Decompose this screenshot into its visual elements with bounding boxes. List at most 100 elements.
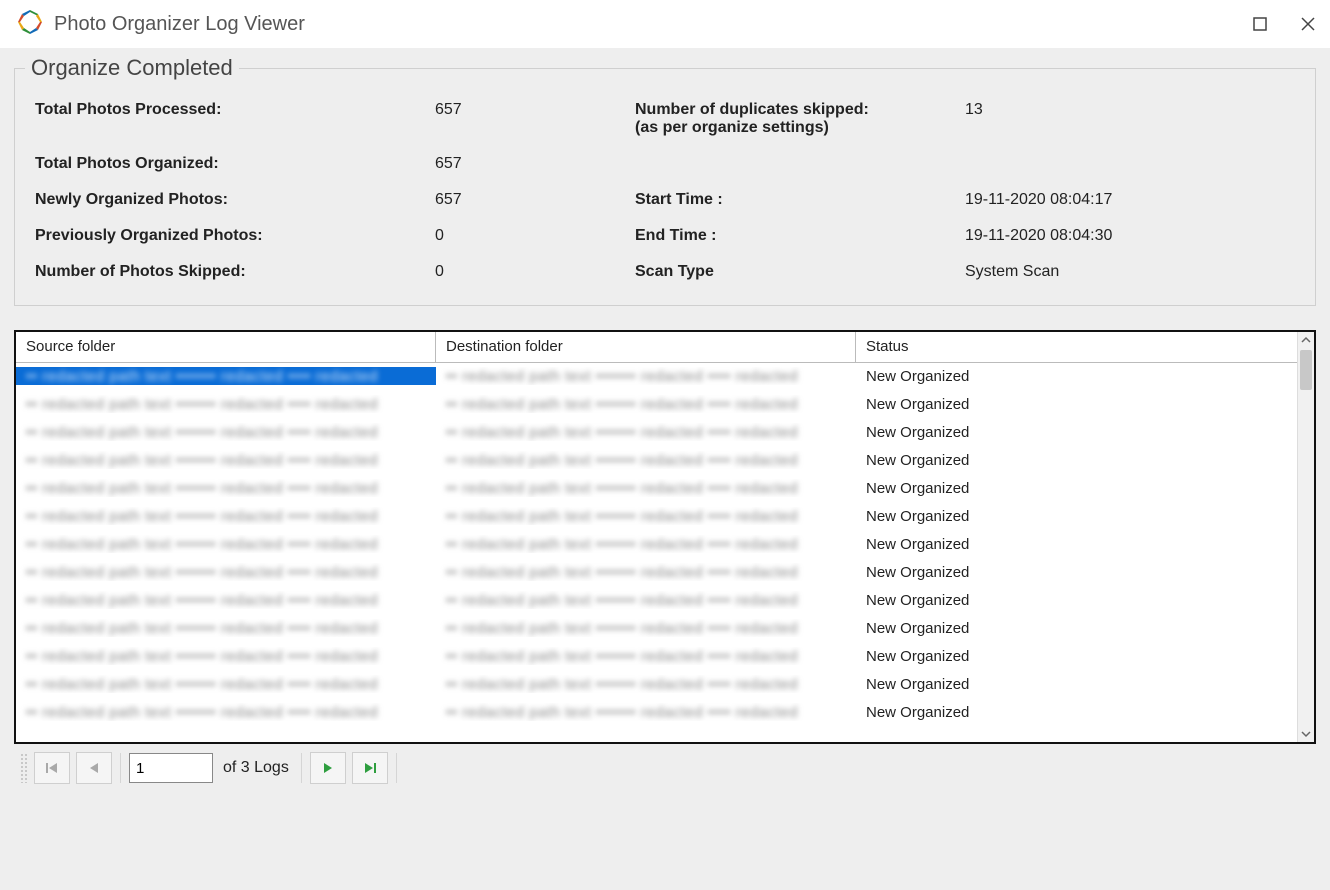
- table-body[interactable]: •• redacted path text ••••••• redacted •…: [16, 362, 1314, 742]
- start-time-value: 19-11-2020 08:04:17: [965, 191, 1295, 209]
- scroll-up-arrow-icon[interactable]: [1298, 332, 1314, 348]
- photos-skipped-label: Number of Photos Skipped:: [35, 263, 435, 281]
- scan-type-value: System Scan: [965, 263, 1295, 281]
- header-destination-folder[interactable]: Destination folder: [436, 332, 856, 363]
- previously-organized-value: 0: [435, 227, 635, 245]
- destination-folder-cell[interactable]: •• redacted path text ••••••• redacted •…: [436, 479, 856, 497]
- destination-folder-cell[interactable]: •• redacted path text ••••••• redacted •…: [436, 619, 856, 637]
- source-folder-cell[interactable]: •• redacted path text ••••••• redacted •…: [16, 619, 436, 637]
- redacted-text: •• redacted path text ••••••• redacted •…: [16, 508, 388, 525]
- source-folder-cell[interactable]: •• redacted path text ••••••• redacted •…: [16, 563, 436, 581]
- table-row[interactable]: •• redacted path text ••••••• redacted •…: [16, 670, 1314, 698]
- redacted-text: •• redacted path text ••••••• redacted •…: [16, 452, 388, 469]
- table-row[interactable]: •• redacted path text ••••••• redacted •…: [16, 642, 1314, 670]
- status-cell[interactable]: New Organized: [856, 424, 1298, 441]
- redacted-text: •• redacted path text ••••••• redacted •…: [436, 648, 808, 665]
- scroll-thumb[interactable]: [1300, 350, 1312, 390]
- redacted-text: •• redacted path text ••••••• redacted •…: [16, 424, 388, 441]
- window-controls: [1248, 12, 1320, 36]
- redacted-text: •• redacted path text ••••••• redacted •…: [16, 536, 388, 553]
- redacted-text: •• redacted path text ••••••• redacted •…: [16, 368, 388, 385]
- redacted-text: •• redacted path text ••••••• redacted •…: [436, 368, 808, 385]
- redacted-text: •• redacted path text ••••••• redacted •…: [16, 592, 388, 609]
- table-row[interactable]: •• redacted path text ••••••• redacted •…: [16, 530, 1314, 558]
- status-cell[interactable]: New Organized: [856, 452, 1298, 469]
- source-folder-cell[interactable]: •• redacted path text ••••••• redacted •…: [16, 703, 436, 721]
- status-cell[interactable]: New Organized: [856, 480, 1298, 497]
- table-row[interactable]: •• redacted path text ••••••• redacted •…: [16, 586, 1314, 614]
- destination-folder-cell[interactable]: •• redacted path text ••••••• redacted •…: [436, 591, 856, 609]
- destination-folder-cell[interactable]: •• redacted path text ••••••• redacted •…: [436, 423, 856, 441]
- table-row[interactable]: •• redacted path text ••••••• redacted •…: [16, 362, 1314, 390]
- source-folder-cell[interactable]: •• redacted path text ••••••• redacted •…: [16, 675, 436, 693]
- redacted-text: •• redacted path text ••••••• redacted •…: [16, 396, 388, 413]
- source-folder-cell[interactable]: •• redacted path text ••••••• redacted •…: [16, 591, 436, 609]
- source-folder-cell[interactable]: •• redacted path text ••••••• redacted •…: [16, 451, 436, 469]
- source-folder-cell[interactable]: •• redacted path text ••••••• redacted •…: [16, 423, 436, 441]
- status-cell[interactable]: New Organized: [856, 704, 1298, 721]
- status-cell[interactable]: New Organized: [856, 508, 1298, 525]
- status-cell[interactable]: New Organized: [856, 396, 1298, 413]
- page-number-input[interactable]: [129, 753, 213, 783]
- close-button[interactable]: [1296, 12, 1320, 36]
- first-page-button[interactable]: [34, 752, 70, 784]
- destination-folder-cell[interactable]: •• redacted path text ••••••• redacted •…: [436, 703, 856, 721]
- source-folder-cell[interactable]: •• redacted path text ••••••• redacted •…: [16, 647, 436, 665]
- status-cell[interactable]: New Organized: [856, 676, 1298, 693]
- destination-folder-cell[interactable]: •• redacted path text ••••••• redacted •…: [436, 647, 856, 665]
- status-cell[interactable]: New Organized: [856, 536, 1298, 553]
- total-organized-value: 657: [435, 155, 635, 173]
- redacted-text: •• redacted path text ••••••• redacted •…: [436, 536, 808, 553]
- prev-page-button[interactable]: [76, 752, 112, 784]
- vertical-scrollbar[interactable]: [1297, 332, 1314, 742]
- duplicates-skipped-value: 13: [965, 101, 1295, 137]
- redacted-text: •• redacted path text ••••••• redacted •…: [436, 396, 808, 413]
- destination-folder-cell[interactable]: •• redacted path text ••••••• redacted •…: [436, 563, 856, 581]
- maximize-button[interactable]: [1248, 12, 1272, 36]
- table-row[interactable]: •• redacted path text ••••••• redacted •…: [16, 418, 1314, 446]
- redacted-text: •• redacted path text ••••••• redacted •…: [436, 592, 808, 609]
- destination-folder-cell[interactable]: •• redacted path text ••••••• redacted •…: [436, 451, 856, 469]
- destination-folder-cell[interactable]: •• redacted path text ••••••• redacted •…: [436, 367, 856, 385]
- source-folder-cell[interactable]: •• redacted path text ••••••• redacted •…: [16, 395, 436, 413]
- page-total-label: of 3 Logs: [223, 759, 289, 777]
- header-status[interactable]: Status: [856, 332, 1298, 363]
- scan-type-label: Scan Type: [635, 263, 965, 281]
- source-folder-cell[interactable]: •• redacted path text ••••••• redacted •…: [16, 479, 436, 497]
- status-cell[interactable]: New Organized: [856, 564, 1298, 581]
- total-processed-value: 657: [435, 101, 635, 137]
- header-source-folder[interactable]: Source folder: [16, 332, 436, 363]
- destination-folder-cell[interactable]: •• redacted path text ••••••• redacted •…: [436, 507, 856, 525]
- next-page-button[interactable]: [310, 752, 346, 784]
- duplicates-skipped-label: Number of duplicates skipped: (as per or…: [635, 101, 965, 137]
- summary-groupbox: Organize Completed Total Photos Processe…: [14, 68, 1316, 306]
- source-folder-cell[interactable]: •• redacted path text ••••••• redacted •…: [16, 507, 436, 525]
- redacted-text: •• redacted path text ••••••• redacted •…: [16, 564, 388, 581]
- table-row[interactable]: •• redacted path text ••••••• redacted •…: [16, 446, 1314, 474]
- status-cell[interactable]: New Organized: [856, 592, 1298, 609]
- end-time-value: 19-11-2020 08:04:30: [965, 227, 1295, 245]
- table-row[interactable]: •• redacted path text ••••••• redacted •…: [16, 698, 1314, 726]
- redacted-text: •• redacted path text ••••••• redacted •…: [436, 508, 808, 525]
- scroll-down-arrow-icon[interactable]: [1298, 726, 1314, 742]
- destination-folder-cell[interactable]: •• redacted path text ••••••• redacted •…: [436, 675, 856, 693]
- status-cell[interactable]: New Organized: [856, 620, 1298, 637]
- source-folder-cell[interactable]: •• redacted path text ••••••• redacted •…: [16, 535, 436, 553]
- table-row[interactable]: •• redacted path text ••••••• redacted •…: [16, 558, 1314, 586]
- table-row[interactable]: •• redacted path text ••••••• redacted •…: [16, 390, 1314, 418]
- redacted-text: •• redacted path text ••••••• redacted •…: [436, 620, 808, 637]
- destination-folder-cell[interactable]: •• redacted path text ••••••• redacted •…: [436, 535, 856, 553]
- redacted-text: •• redacted path text ••••••• redacted •…: [16, 704, 388, 721]
- table-row[interactable]: •• redacted path text ••••••• redacted •…: [16, 614, 1314, 642]
- last-page-button[interactable]: [352, 752, 388, 784]
- summary-group-title: Organize Completed: [25, 55, 239, 81]
- status-cell[interactable]: New Organized: [856, 368, 1298, 385]
- destination-folder-cell[interactable]: •• redacted path text ••••••• redacted •…: [436, 395, 856, 413]
- app-logo-icon: [16, 8, 44, 41]
- redacted-text: •• redacted path text ••••••• redacted •…: [436, 452, 808, 469]
- table-row[interactable]: •• redacted path text ••••••• redacted •…: [16, 502, 1314, 530]
- table-row[interactable]: •• redacted path text ••••••• redacted •…: [16, 474, 1314, 502]
- source-folder-cell[interactable]: •• redacted path text ••••••• redacted •…: [16, 367, 436, 385]
- status-cell[interactable]: New Organized: [856, 648, 1298, 665]
- toolbar-divider: [396, 753, 397, 783]
